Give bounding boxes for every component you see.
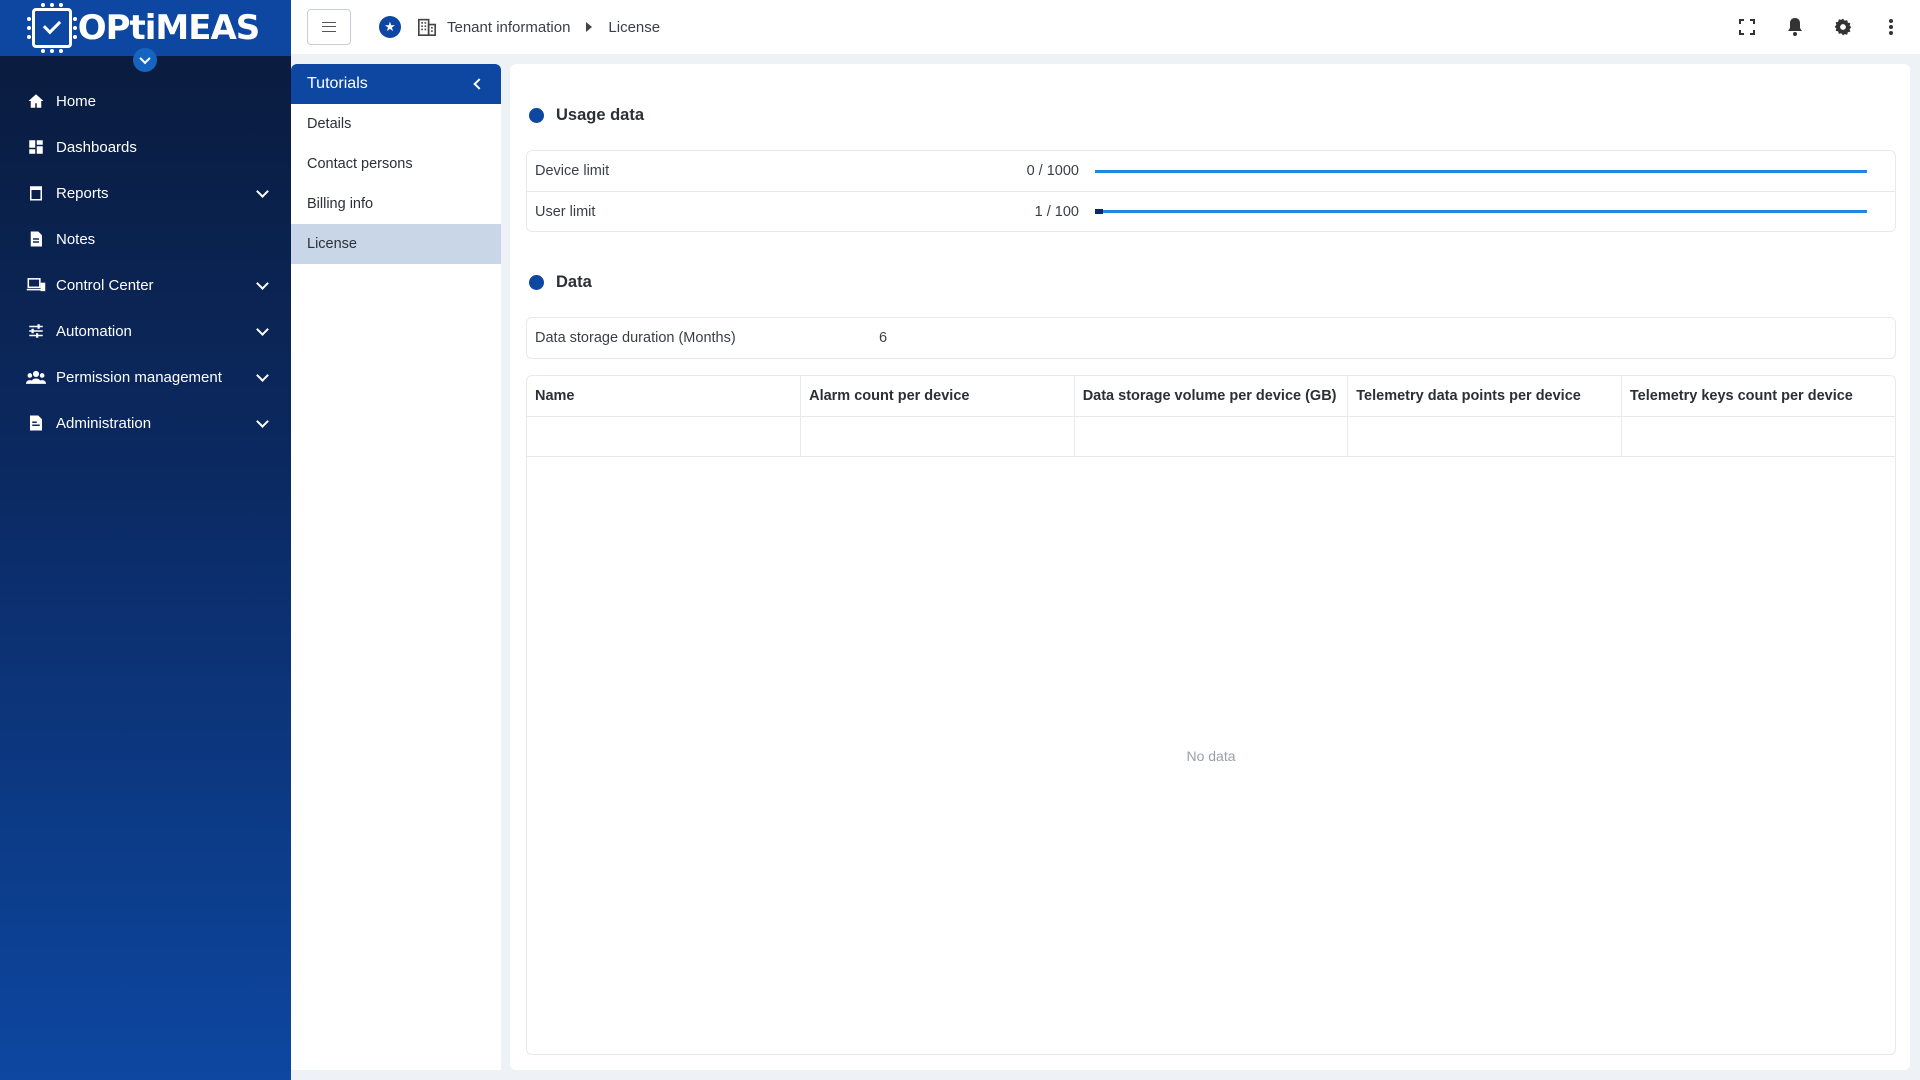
sidebar-item-label: Reports xyxy=(56,184,109,202)
device-limit-row: Device limit 0 / 1000 xyxy=(527,151,1895,191)
main-sidebar: OPtiMEAS Home Dashboards Reports Notes C… xyxy=(0,0,291,1080)
admin-file-icon xyxy=(26,413,46,433)
user-limit-row: User limit 1 / 100 xyxy=(527,191,1895,231)
table-cell xyxy=(800,416,1075,457)
storage-duration-row: Data storage duration (Months) 6 xyxy=(527,318,1895,358)
notification-bell-icon[interactable] xyxy=(1784,16,1806,38)
section-dot-icon xyxy=(529,108,544,123)
menu-icon xyxy=(322,22,336,32)
sidebar-toggle-button[interactable] xyxy=(133,48,157,72)
user-limit-value: 1 / 100 xyxy=(1034,203,1079,220)
sidebar-item-label: Administration xyxy=(56,414,152,432)
usage-limits-box: Device limit 0 / 1000 User limit 1 / 100 xyxy=(526,150,1896,232)
breadcrumb-separator-icon xyxy=(586,22,593,32)
logo-bar: OPtiMEAS xyxy=(0,0,291,72)
license-data-table: Name Alarm count per device Data storage… xyxy=(526,375,1896,1055)
chevron-down-icon xyxy=(256,414,269,428)
usage-title-text: Usage data xyxy=(556,106,645,124)
sidebar-item-administration[interactable]: Administration xyxy=(0,400,291,446)
dashboard-icon xyxy=(26,137,46,157)
table-row xyxy=(527,416,1895,457)
column-header-telemetry-keys[interactable]: Telemetry keys count per device xyxy=(1621,376,1895,417)
chevron-down-icon xyxy=(256,184,269,198)
storage-duration-label: Data storage duration (Months) xyxy=(535,330,736,346)
no-data-text: No data xyxy=(1186,748,1236,764)
chevron-down-icon xyxy=(256,322,269,336)
sidebar-item-label: Dashboards xyxy=(56,138,137,156)
collapse-chevron-icon[interactable] xyxy=(473,78,485,90)
subnav-item-contact-persons[interactable]: Contact persons xyxy=(291,144,501,184)
sidebar-item-dashboards[interactable]: Dashboards xyxy=(0,124,291,170)
column-header-alarm-count[interactable]: Alarm count per device xyxy=(800,376,1075,417)
home-icon xyxy=(26,91,46,111)
user-limit-label: User limit xyxy=(535,203,596,220)
device-limit-label: Device limit xyxy=(535,163,610,179)
subnav-item-label: Details xyxy=(307,116,352,132)
sidebar-item-label: Control Center xyxy=(56,276,154,294)
subnav-item-license[interactable]: License xyxy=(291,224,501,264)
document-icon xyxy=(26,229,46,249)
device-limit-progress-bar xyxy=(1095,169,1867,173)
sidebar-item-label: Permission management xyxy=(56,368,222,386)
user-limit-progress-fill xyxy=(1095,209,1103,214)
subnav-title: Tutorials xyxy=(307,75,368,92)
subnav-item-details[interactable]: Details xyxy=(291,104,501,144)
breadcrumb-current: License xyxy=(608,18,661,36)
chevron-down-icon xyxy=(256,368,269,382)
table-cell xyxy=(1621,416,1895,457)
chevron-down-icon xyxy=(256,276,269,290)
license-panel: Usage data Device limit 0 / 1000 User li… xyxy=(510,64,1910,1070)
sidebar-item-automation[interactable]: Automation xyxy=(0,308,291,354)
sidebar-item-label: Automation xyxy=(56,322,132,340)
brand-logo: OPtiMEAS xyxy=(77,8,261,48)
column-header-name[interactable]: Name xyxy=(527,376,802,417)
section-dot-icon xyxy=(529,275,544,290)
fullscreen-icon[interactable] xyxy=(1736,16,1758,38)
breadcrumb-parent[interactable]: Tenant information xyxy=(447,19,570,36)
menu-button[interactable] xyxy=(307,9,351,45)
sidebar-item-label: Home xyxy=(56,92,97,110)
user-limit-progress-bar xyxy=(1095,209,1867,214)
people-icon xyxy=(26,367,46,387)
chip-logo-icon xyxy=(26,3,77,53)
sidebar-item-notes[interactable]: Notes xyxy=(0,216,291,262)
sidebar-nav: Home Dashboards Reports Notes Control Ce… xyxy=(0,78,291,446)
clipboard-icon xyxy=(26,183,46,203)
column-header-storage-volume[interactable]: Data storage volume per device (GB) xyxy=(1074,376,1349,417)
device-limit-value: 0 / 1000 xyxy=(1026,163,1079,179)
tenant-subnav: Tutorials Details Contact persons Billin… xyxy=(291,64,501,1070)
favorite-star-icon[interactable]: ★ xyxy=(379,16,401,38)
top-bar: ★ Tenant information License xyxy=(291,0,1920,54)
sidebar-item-label: Notes xyxy=(56,230,96,248)
sidebar-item-permission-management[interactable]: Permission management xyxy=(0,354,291,400)
table-cell xyxy=(527,416,802,457)
subnav-item-label: Billing info xyxy=(307,196,374,212)
subnav-item-billing-info[interactable]: Billing info xyxy=(291,184,501,224)
subnav-item-label: License xyxy=(307,236,357,252)
column-header-telemetry-points[interactable]: Telemetry data points per device xyxy=(1347,376,1622,417)
gear-icon[interactable] xyxy=(1832,16,1854,38)
table-header-row: Name Alarm count per device Data storage… xyxy=(527,376,1895,417)
table-cell xyxy=(1074,416,1349,457)
chevron-down-icon xyxy=(139,52,151,65)
subnav-header: Tutorials xyxy=(291,64,501,104)
table-cell xyxy=(1347,416,1622,457)
storage-duration-value: 6 xyxy=(879,330,888,346)
sidebar-item-reports[interactable]: Reports xyxy=(0,170,291,216)
data-title-text: Data xyxy=(556,273,592,291)
usage-section-title: Usage data xyxy=(529,106,644,125)
subnav-item-label: Contact persons xyxy=(307,156,413,172)
devices-icon xyxy=(26,275,46,295)
building-icon xyxy=(417,17,437,37)
data-section-title: Data xyxy=(529,273,592,292)
sliders-icon xyxy=(26,321,46,341)
sidebar-item-home[interactable]: Home xyxy=(0,78,291,124)
more-vert-icon[interactable] xyxy=(1880,16,1902,38)
storage-duration-box: Data storage duration (Months) 6 xyxy=(526,317,1896,359)
top-actions xyxy=(1736,16,1902,38)
sidebar-item-control-center[interactable]: Control Center xyxy=(0,262,291,308)
